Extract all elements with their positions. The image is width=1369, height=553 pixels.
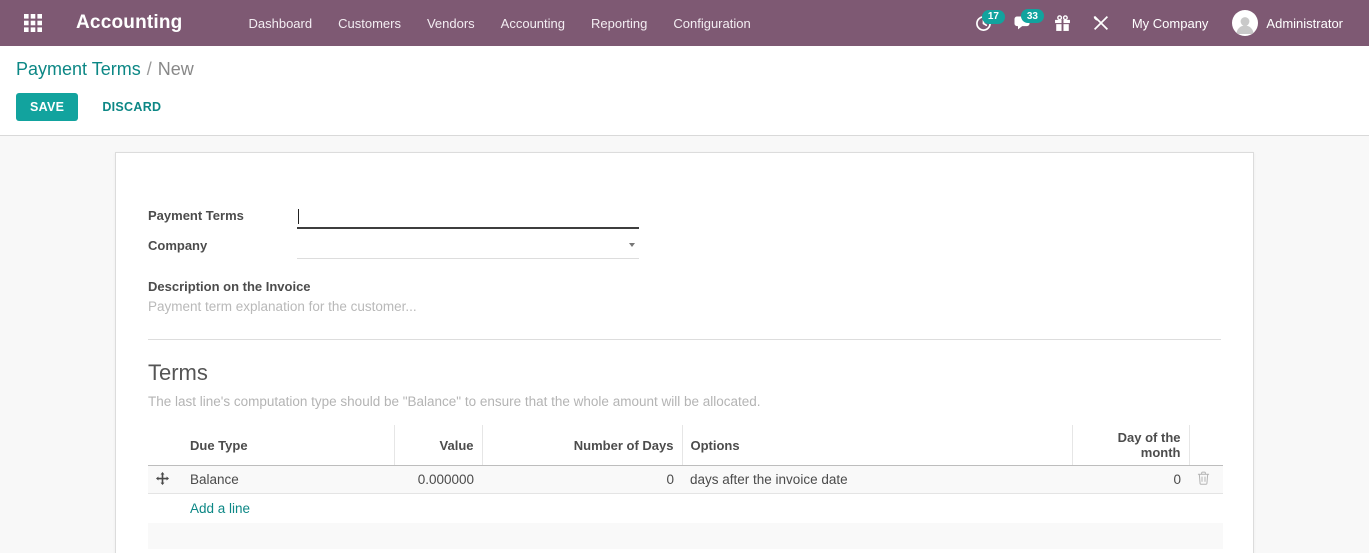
menu-accounting[interactable]: Accounting — [491, 10, 575, 37]
user-name: Administrator — [1266, 16, 1343, 31]
trash-icon[interactable] — [1197, 471, 1210, 485]
cell-day-of-month[interactable]: 0 — [1072, 466, 1189, 494]
cell-value[interactable]: 0.000000 — [394, 466, 482, 494]
company-select[interactable] — [297, 235, 639, 259]
cell-options[interactable]: days after the invoice date — [682, 466, 1072, 494]
cell-number-of-days[interactable]: 0 — [482, 466, 682, 494]
add-a-line-link[interactable]: Add a line — [190, 501, 250, 516]
menu-vendors[interactable]: Vendors — [417, 10, 485, 37]
breadcrumb-separator: / — [141, 59, 158, 79]
terms-section-subtitle: The last line's computation type should … — [148, 394, 1221, 409]
company-field-row: Company — [148, 231, 1221, 259]
header-handle-spacer — [148, 425, 182, 466]
activity-clock-icon[interactable]: 17 — [966, 9, 1001, 38]
header-value[interactable]: Value — [394, 425, 482, 466]
payment-terms-label: Payment Terms — [148, 208, 297, 229]
section-divider — [148, 339, 1221, 340]
breadcrumb: Payment Terms/New — [16, 59, 1353, 80]
header-due-type[interactable]: Due Type — [182, 425, 394, 466]
empty-stripe-row — [148, 523, 1223, 549]
terms-table: Due Type Value Number of Days Options Da… — [148, 425, 1223, 549]
menu-reporting[interactable]: Reporting — [581, 10, 657, 37]
top-navbar: Accounting Dashboard Customers Vendors A… — [0, 0, 1369, 46]
discard-button[interactable]: DISCARD — [88, 93, 175, 121]
form-sheet: Payment Terms Company Description on the… — [115, 152, 1254, 553]
user-menu[interactable]: Administrator — [1222, 4, 1353, 42]
gift-icon[interactable] — [1045, 9, 1080, 38]
terms-section-title: Terms — [148, 360, 1221, 386]
save-button[interactable]: SAVE — [16, 93, 78, 121]
breadcrumb-current: New — [158, 59, 194, 79]
header-delete-spacer — [1189, 425, 1223, 466]
control-panel: Payment Terms/New SAVE DISCARD — [0, 46, 1369, 136]
description-label: Description on the Invoice — [148, 279, 1221, 294]
caret-down-icon — [629, 243, 635, 247]
main-menu: Dashboard Customers Vendors Accounting R… — [239, 10, 761, 37]
cell-due-type[interactable]: Balance — [182, 466, 394, 494]
payment-terms-input[interactable] — [297, 205, 639, 229]
header-number-of-days[interactable]: Number of Days — [482, 425, 682, 466]
menu-dashboard[interactable]: Dashboard — [239, 10, 323, 37]
avatar-icon — [1232, 10, 1258, 36]
move-icon[interactable] — [156, 472, 169, 485]
invoice-description-input[interactable]: Payment term explanation for the custome… — [148, 299, 1221, 317]
menu-customers[interactable]: Customers — [328, 10, 411, 37]
content-area: Payment Terms Company Description on the… — [0, 136, 1369, 553]
messages-chat-icon[interactable]: 33 — [1005, 8, 1041, 38]
systray: 17 33 My Company — [966, 4, 1353, 42]
header-options[interactable]: Options — [682, 425, 1072, 466]
action-buttons: SAVE DISCARD — [16, 93, 1353, 121]
message-count-badge: 33 — [1021, 9, 1044, 23]
table-row: Balance 0.000000 0 days after the invoic… — [148, 466, 1223, 494]
description-block: Description on the Invoice Payment term … — [148, 279, 1221, 317]
breadcrumb-payment-terms-link[interactable]: Payment Terms — [16, 59, 141, 79]
tools-icon[interactable] — [1084, 9, 1118, 37]
table-header-row: Due Type Value Number of Days Options Da… — [148, 425, 1223, 466]
menu-configuration[interactable]: Configuration — [663, 10, 760, 37]
text-cursor — [298, 209, 299, 224]
activity-count-badge: 17 — [982, 10, 1005, 24]
header-day-of-month[interactable]: Day of the month — [1072, 425, 1189, 466]
company-switcher[interactable]: My Company — [1122, 10, 1219, 37]
add-line-row: Add a line — [148, 494, 1223, 524]
company-label: Company — [148, 238, 297, 259]
payment-terms-field-row: Payment Terms — [148, 201, 1221, 229]
app-title: Accounting — [76, 12, 183, 34]
company-name: My Company — [1132, 16, 1209, 31]
apps-grid-icon[interactable] — [16, 6, 50, 40]
